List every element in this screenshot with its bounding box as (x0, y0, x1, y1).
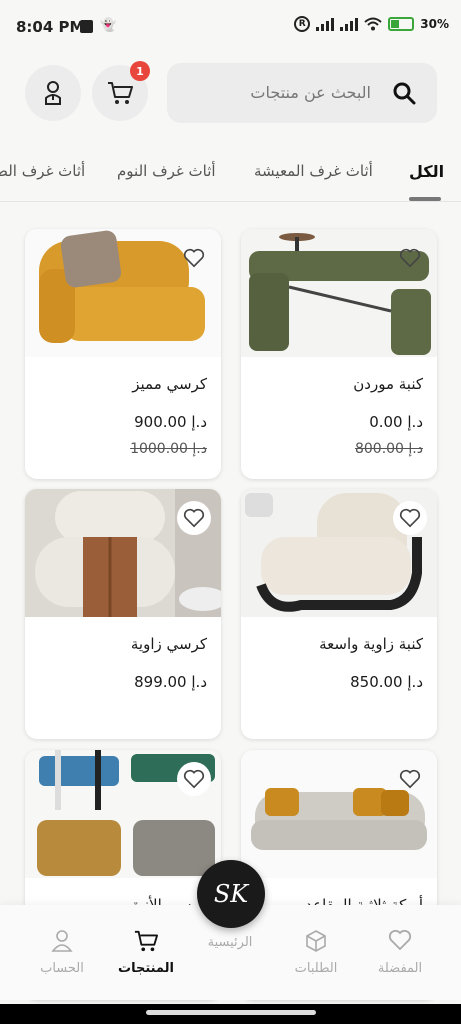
favorite-button[interactable] (177, 762, 211, 796)
status-right: R 30% (294, 16, 449, 32)
signal-icon-2 (340, 17, 359, 31)
status-bar: 8:04 PM 👻 R 30% (0, 0, 461, 52)
heart-icon (399, 769, 421, 789)
tab-dining[interactable]: أثاث غرف الط (0, 162, 85, 180)
gesture-handle[interactable] (146, 1010, 316, 1015)
cart-icon (108, 82, 133, 104)
user-icon (51, 930, 73, 952)
profile-icon (45, 81, 61, 105)
tab-living-room[interactable]: أثاث غرف المعيشة (254, 162, 373, 180)
snapchat-icon: 👻 (100, 18, 117, 33)
product-name: كنبة موردن (353, 375, 423, 393)
favorite-button[interactable] (393, 241, 427, 275)
notification-square-icon (80, 20, 93, 33)
product-old-price: د.إ 800.00 (354, 441, 423, 457)
nav-products[interactable]: المنتجات (106, 929, 186, 976)
favorite-button[interactable] (177, 501, 211, 535)
heart-icon (399, 508, 421, 528)
nav-orders[interactable]: الطلبات (276, 929, 356, 976)
wifi-icon (364, 17, 382, 31)
search-placeholder: البحث عن منتجات (250, 83, 371, 102)
profile-button[interactable] (25, 65, 81, 121)
cart-icon (134, 930, 158, 952)
favorite-button[interactable] (393, 762, 427, 796)
product-card[interactable]: كرسي زاوية د.إ 899.00 (25, 489, 221, 739)
product-name: كنبة زاوية واسعة (319, 635, 423, 653)
product-price: د.إ 0.00 (369, 413, 423, 431)
search-icon (393, 82, 416, 105)
nav-home-label[interactable]: الرئيسية (190, 935, 270, 950)
product-name: كرسي مميز (132, 375, 207, 393)
status-time: 8:04 PM (16, 18, 85, 36)
nav-favorites-label: المفضلة (377, 961, 423, 976)
product-card[interactable]: كنبة موردن د.إ 0.00 د.إ 800.00 (241, 229, 437, 479)
cart-button[interactable]: 1 (92, 61, 150, 121)
nav-account[interactable]: الحساب (22, 929, 102, 976)
product-name: كرسي زاوية (130, 635, 207, 653)
favorite-button[interactable] (393, 501, 427, 535)
active-tab-indicator (409, 197, 441, 201)
tab-bedroom[interactable]: أثاث غرف النوم (117, 162, 216, 180)
product-price: د.إ 899.00 (134, 673, 207, 691)
product-price: د.إ 850.00 (350, 673, 423, 691)
heart-icon (183, 248, 205, 268)
battery-percent: 30% (420, 17, 449, 31)
registered-icon: R (294, 16, 311, 32)
signal-icon (316, 17, 335, 31)
nav-favorites[interactable]: المفضلة (360, 929, 440, 976)
nav-account-label: الحساب (40, 961, 84, 976)
tab-all[interactable]: الكل (409, 162, 444, 181)
heart-icon (183, 508, 205, 528)
product-card[interactable]: كنبة زاوية واسعة د.إ 850.00 (241, 489, 437, 739)
category-tabs: الكل أثاث غرف المعيشة أثاث غرف النوم أثا… (0, 150, 461, 202)
heart-icon (399, 248, 421, 268)
home-fab-button[interactable]: SK (197, 860, 265, 928)
heart-icon (183, 769, 205, 789)
favorite-button[interactable] (177, 241, 211, 275)
product-card[interactable]: كرسي مميز د.إ 900.00 د.إ 1000.00 (25, 229, 221, 479)
brand-logo: SK (213, 880, 249, 908)
nav-orders-label: الطلبات (294, 961, 338, 976)
nav-products-label: المنتجات (118, 961, 174, 976)
cart-count-badge: 1 (130, 61, 150, 81)
box-icon (306, 930, 326, 952)
product-price: د.إ 900.00 (134, 413, 207, 431)
search-input[interactable]: البحث عن منتجات (167, 63, 437, 123)
product-old-price: د.إ 1000.00 (130, 441, 207, 457)
battery-icon (388, 17, 415, 31)
heart-icon (388, 929, 412, 951)
